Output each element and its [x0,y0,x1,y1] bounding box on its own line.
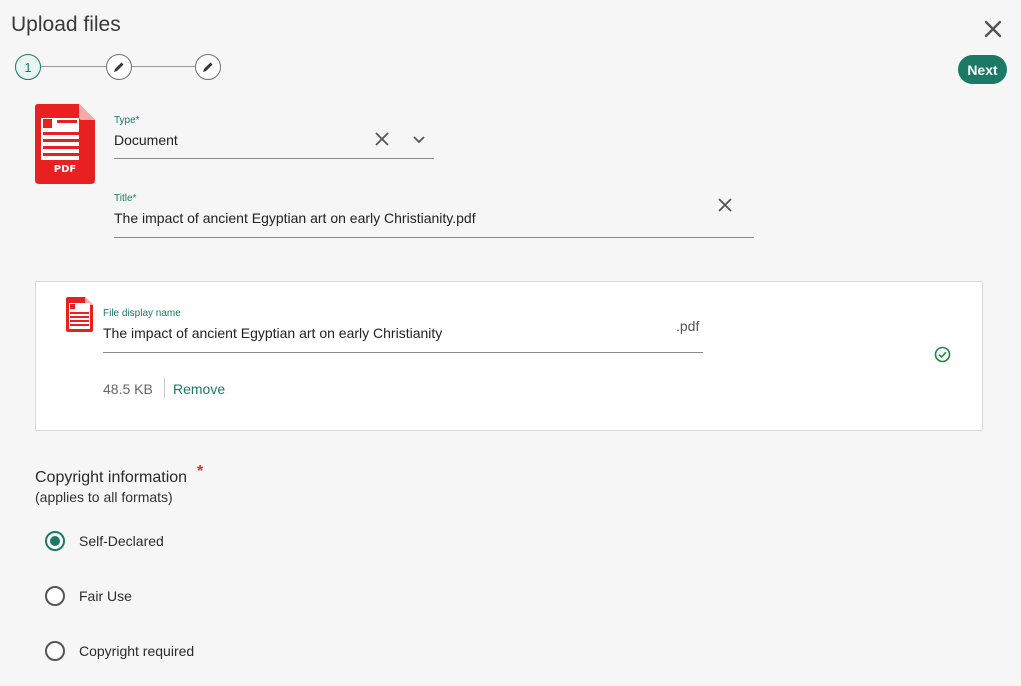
clear-title-button[interactable] [714,195,736,215]
copyright-title: Copyright information [35,469,188,486]
radio-copyright-required[interactable]: Copyright required [45,641,194,661]
check-circle-icon [934,346,951,363]
next-button[interactable]: Next [958,55,1007,84]
close-icon [984,20,1002,38]
title-field-label: Title* [114,193,137,204]
remove-file-link[interactable]: Remove [173,381,225,397]
radio-selected-dot [50,536,60,546]
close-button[interactable] [980,16,1006,42]
title-field-underline [114,237,754,238]
pdf-badge-label: PDF [53,164,77,175]
type-field-label: Type* [114,115,140,126]
pencil-icon [203,62,213,72]
radio-label: Self-Declared [79,533,164,549]
file-display-name-input[interactable]: The impact of ancient Egyptian art on ea… [103,325,442,341]
dialog-title: Upload files [11,13,121,36]
chevron-down-icon [413,136,425,144]
radio-label: Copyright required [79,643,195,659]
close-icon [375,132,389,146]
stepper-connector [41,66,106,67]
step-1[interactable]: 1 [15,54,41,80]
radio-fair-use[interactable]: Fair Use [45,586,132,606]
radio-self-declared[interactable]: Self-Declared [45,531,164,551]
type-field-underline [114,158,434,159]
step-3[interactable] [195,54,221,80]
close-icon [718,198,732,212]
small-pdf-icon [66,297,93,332]
radio-button[interactable] [45,531,65,551]
step-1-label: 1 [24,59,32,75]
clear-type-button[interactable] [371,129,393,149]
type-dropdown-button[interactable] [409,130,429,150]
required-marker: * [197,463,204,480]
pdf-file-icon: PDF [35,104,95,184]
file-display-name-underline [103,352,703,353]
pencil-icon [114,62,124,72]
file-extension: .pdf [676,318,700,334]
file-actions-divider [164,378,165,398]
file-display-name-label: File display name [103,308,181,319]
radio-button[interactable] [45,641,65,661]
title-input[interactable]: The impact of ancient Egyptian art on ea… [114,210,476,226]
step-2[interactable] [106,54,132,80]
file-size: 48.5 KB [103,381,153,397]
radio-label: Fair Use [79,588,132,604]
type-select-value[interactable]: Document [114,132,178,148]
file-card [35,281,983,431]
radio-button[interactable] [45,586,65,606]
stepper-connector [132,66,195,67]
copyright-subtitle: (applies to all formats) [35,489,173,505]
